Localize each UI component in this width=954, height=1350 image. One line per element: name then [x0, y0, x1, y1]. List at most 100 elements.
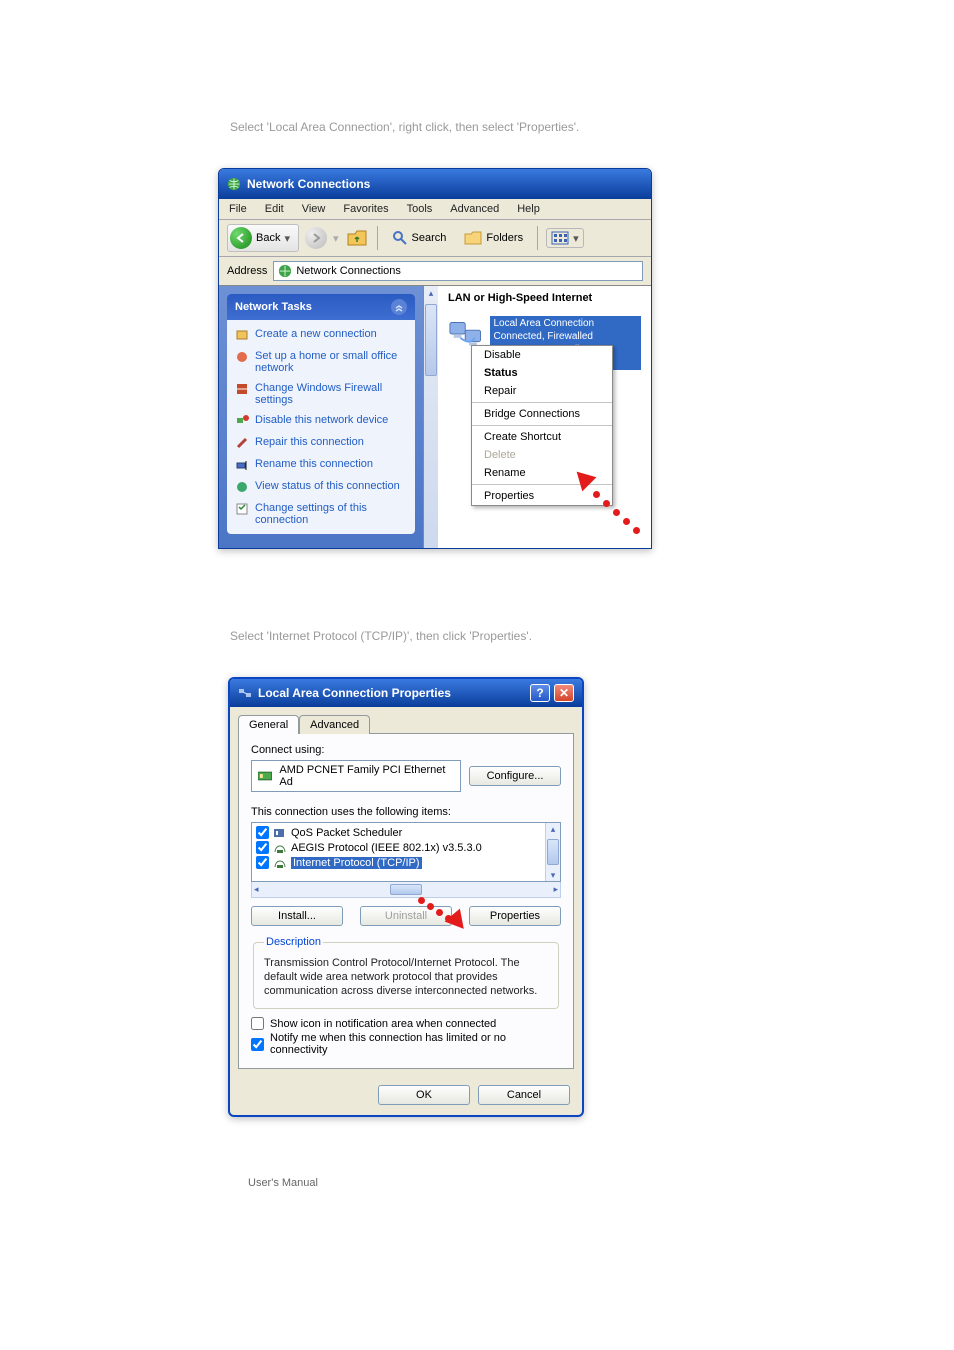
search-button[interactable]: Search — [386, 228, 453, 248]
back-button[interactable]: Back ▾ — [227, 224, 299, 252]
ctx-disable[interactable]: Disable — [472, 346, 612, 364]
description-heading: Description — [264, 936, 323, 948]
footer-text: User's Manual — [248, 1177, 954, 1189]
lac-properties-dialog: Local Area Connection Properties ? ✕ Gen… — [228, 677, 584, 1117]
checkbox-aegis[interactable] — [256, 841, 269, 854]
checkbox-show-icon[interactable] — [251, 1017, 264, 1030]
list-item-label: AEGIS Protocol (IEEE 802.1x) v3.5.3.0 — [291, 842, 482, 854]
scroll-down-arrow-icon[interactable]: ▾ — [546, 869, 560, 881]
list-item-tcpip[interactable]: Internet Protocol (TCP/IP) — [256, 855, 541, 870]
menu-favorites[interactable]: Favorites — [343, 203, 388, 215]
rename-icon — [235, 458, 249, 472]
notify-limited-checkbox[interactable]: Notify me when this connection has limit… — [251, 1032, 561, 1056]
show-icon-checkbox[interactable]: Show icon in notification area when conn… — [251, 1017, 561, 1030]
folders-icon — [464, 230, 482, 246]
folders-button[interactable]: Folders — [458, 228, 529, 248]
task-label: Disable this network device — [255, 414, 388, 428]
toolbar-separator — [377, 226, 378, 250]
list-item-aegis[interactable]: AEGIS Protocol (IEEE 802.1x) v3.5.3.0 — [256, 840, 541, 855]
ctx-separator — [472, 402, 612, 403]
task-view-status[interactable]: View status of this connection — [227, 476, 415, 498]
menu-file[interactable]: File — [229, 203, 247, 215]
address-value: Network Connections — [296, 265, 401, 277]
menu-view[interactable]: View — [302, 203, 326, 215]
task-repair-connection[interactable]: Repair this connection — [227, 432, 415, 454]
network-connections-icon — [227, 177, 241, 191]
forward-button[interactable] — [305, 227, 327, 249]
ctx-repair[interactable]: Repair — [472, 382, 612, 400]
task-label: Repair this connection — [255, 436, 364, 450]
install-button[interactable]: Install... — [251, 906, 343, 926]
menubar: File Edit View Favorites Tools Advanced … — [219, 199, 651, 220]
task-disable-device[interactable]: Disable this network device — [227, 410, 415, 432]
instruction-1: Select 'Local Area Connection', right cl… — [230, 120, 954, 138]
protocol-icon — [273, 842, 287, 854]
task-firewall-settings[interactable]: Change Windows Firewall settings — [227, 378, 415, 410]
configure-button[interactable]: Configure... — [469, 766, 561, 786]
tasks-header[interactable]: Network Tasks — [227, 294, 415, 320]
up-folder-button[interactable] — [345, 227, 369, 249]
tab-advanced[interactable]: Advanced — [299, 715, 370, 734]
task-create-connection[interactable]: Create a new connection — [227, 324, 415, 346]
tab-panel-general: Connect using: AMD PCNET Family PCI Ethe… — [238, 733, 574, 1069]
scrollbar-thumb[interactable] — [547, 839, 559, 865]
menu-tools[interactable]: Tools — [407, 203, 433, 215]
adapter-field: AMD PCNET Family PCI Ethernet Ad — [251, 760, 461, 792]
checkbox-qos[interactable] — [256, 826, 269, 839]
forward-dropdown-icon[interactable]: ▾ — [333, 232, 339, 245]
task-setup-network[interactable]: Set up a home or small office network — [227, 346, 415, 378]
help-button[interactable]: ? — [530, 684, 550, 702]
notify-limited-label: Notify me when this connection has limit… — [270, 1032, 561, 1056]
properties-button[interactable]: Properties — [469, 906, 561, 926]
scheduler-icon — [273, 827, 287, 839]
views-button[interactable]: ▾ — [546, 228, 584, 248]
tasks-scrollbar[interactable]: ▴ — [423, 286, 438, 548]
adapter-name: AMD PCNET Family PCI Ethernet Ad — [279, 764, 454, 788]
task-change-settings[interactable]: Change settings of this connection — [227, 498, 415, 530]
menu-help[interactable]: Help — [517, 203, 540, 215]
task-rename-connection[interactable]: Rename this connection — [227, 454, 415, 476]
scroll-right-arrow-icon[interactable]: ▸ — [553, 884, 558, 895]
scroll-up-arrow-icon[interactable]: ▴ — [424, 286, 438, 300]
dropdown-arrow-icon: ▾ — [573, 232, 579, 245]
network-card-icon — [258, 770, 273, 782]
scroll-left-arrow-icon[interactable]: ◂ — [254, 884, 259, 895]
checkbox-tcpip[interactable] — [256, 856, 269, 869]
close-button[interactable]: ✕ — [554, 684, 574, 702]
listbox-scrollbar[interactable]: ▴ ▾ — [545, 823, 560, 881]
dialog-footer: OK Cancel — [230, 1077, 582, 1115]
scrollbar-thumb[interactable] — [390, 884, 422, 895]
description-group: Description Transmission Control Protoco… — [253, 936, 559, 1009]
tasks-header-label: Network Tasks — [235, 301, 312, 313]
checkbox-notify-limited[interactable] — [251, 1038, 264, 1051]
context-menu: Disable Status Repair Bridge Connections… — [471, 345, 613, 506]
list-item-qos[interactable]: QoS Packet Scheduler — [256, 825, 541, 840]
listbox-hscrollbar[interactable]: ◂ ▸ — [251, 882, 561, 898]
task-label: Rename this connection — [255, 458, 373, 472]
description-text: Transmission Control Protocol/Internet P… — [264, 956, 548, 998]
menu-edit[interactable]: Edit — [265, 203, 284, 215]
task-label: View status of this connection — [255, 480, 400, 494]
ctx-properties[interactable]: Properties — [472, 487, 612, 505]
search-icon — [392, 230, 408, 246]
tab-general[interactable]: General — [238, 715, 299, 734]
components-listbox[interactable]: QoS Packet Scheduler AEGIS Protocol (IEE… — [251, 822, 561, 882]
settings-icon — [235, 502, 249, 516]
protocol-icon — [273, 857, 287, 869]
ctx-shortcut[interactable]: Create Shortcut — [472, 428, 612, 446]
window-titlebar[interactable]: Network Connections — [219, 169, 651, 199]
menu-advanced[interactable]: Advanced — [450, 203, 499, 215]
ctx-status[interactable]: Status — [472, 364, 612, 382]
home-network-icon — [235, 350, 249, 364]
scroll-up-arrow-icon[interactable]: ▴ — [546, 823, 560, 835]
dialog-titlebar[interactable]: Local Area Connection Properties ? ✕ — [230, 679, 582, 707]
connection-list-area: LAN or High-Speed Internet Local Area Co… — [438, 286, 651, 548]
cancel-button[interactable]: Cancel — [478, 1085, 570, 1105]
dropdown-arrow-icon: ▾ — [284, 232, 290, 245]
address-input[interactable]: Network Connections — [273, 261, 643, 281]
show-icon-label: Show icon in notification area when conn… — [270, 1018, 496, 1030]
ctx-bridge[interactable]: Bridge Connections — [472, 405, 612, 423]
scrollbar-thumb[interactable] — [425, 304, 437, 376]
ok-button[interactable]: OK — [378, 1085, 470, 1105]
ctx-rename[interactable]: Rename — [472, 464, 612, 482]
